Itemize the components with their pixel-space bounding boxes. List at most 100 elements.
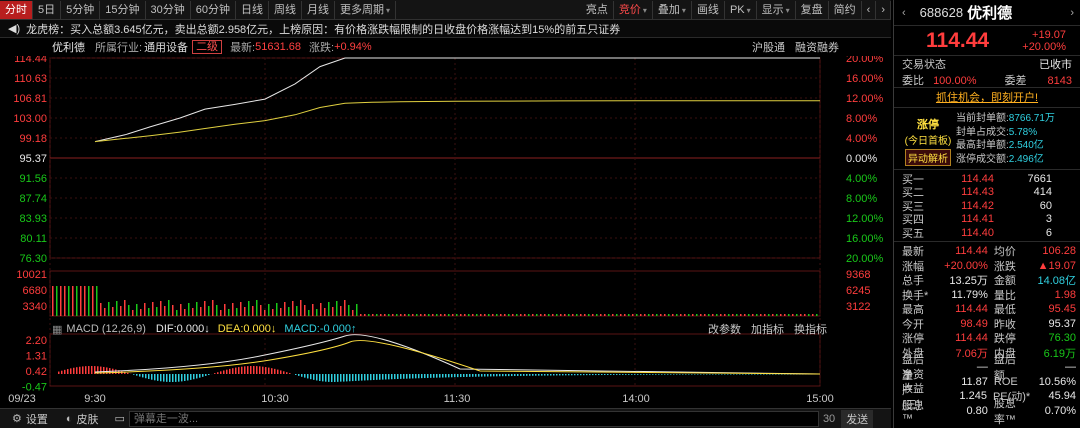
order-book-row[interactable]: 买五 114.40 6: [902, 226, 1072, 240]
volume-bar: [156, 307, 158, 316]
volume-bar: [256, 300, 258, 316]
seal-row: 涨停成交额:2.496亿: [956, 153, 1076, 167]
stat-value-2: 6.19万: [1043, 347, 1076, 360]
toolbar-button-3[interactable]: 画线: [692, 0, 725, 19]
ticker-prefix: 龙虎榜：: [26, 23, 71, 36]
change-label: 涨跌:: [309, 42, 335, 54]
stat-value-2: 0.70%: [1044, 404, 1076, 417]
toolbar-button-4[interactable]: PK: [725, 0, 757, 19]
change-params-button[interactable]: 改参数: [708, 321, 741, 337]
stat-value: 0.80: [966, 404, 988, 417]
period-tab-1[interactable]: 5日: [33, 0, 62, 19]
macd-bar: [181, 374, 183, 382]
macd-bar: [478, 374, 480, 377]
toolbar-button-7[interactable]: 简约: [829, 0, 862, 19]
volume-bar: [376, 314, 378, 316]
seal-row: 封单占成交:5.78%: [956, 126, 1076, 140]
danmaku-input[interactable]: [128, 410, 819, 427]
stat-value: 114.44: [955, 245, 988, 258]
macd-title[interactable]: MACD (12,26,9): [66, 323, 145, 335]
macd-bar: [607, 374, 609, 375]
toolbar-button-0[interactable]: 亮点: [581, 0, 614, 19]
intraday-chart[interactable]: 114.44 20.00% 110.63 16.00% 106.81 12.00% 103.…: [0, 56, 891, 408]
period-tab-3[interactable]: 15分钟: [100, 0, 146, 19]
period-tab-0[interactable]: 分时: [0, 0, 33, 19]
macd-bar: [574, 374, 576, 376]
volume-bar: [708, 314, 710, 316]
macd-bar: [514, 374, 516, 377]
period-tab-6[interactable]: 日线: [236, 0, 269, 19]
settings-button[interactable]: 设置: [26, 411, 48, 427]
macd-bar: [358, 374, 360, 381]
period-tab-7[interactable]: 周线: [269, 0, 302, 19]
bottom-bar: ⚙ 设置 ◐ 皮肤 ▭ 30 发送: [0, 408, 891, 428]
macd-bar: [598, 374, 600, 376]
add-indicator-button[interactable]: 加指标: [751, 321, 784, 337]
volume-bar: [684, 314, 686, 316]
period-tab-5[interactable]: 60分钟: [191, 0, 236, 19]
macd-bar: [544, 374, 546, 376]
volume-bar: [292, 301, 294, 316]
seal-value: 2.496亿: [1008, 153, 1044, 165]
volume-bar: [752, 314, 754, 316]
skin-icon[interactable]: ◐: [66, 413, 73, 425]
time-tick: 09/23: [8, 393, 36, 405]
period-tab-2[interactable]: 5分钟: [61, 0, 101, 19]
volume-bar: [740, 314, 742, 316]
volume-bar: [212, 300, 214, 316]
macd-bar: [685, 374, 687, 375]
macd-bar: [718, 374, 720, 375]
grid-icon[interactable]: ▦: [52, 323, 62, 336]
volume-bar: [332, 307, 334, 316]
quote-panel: ‹ 688628 优利德 › 114.44 +19.07 +20.00% 交易状…: [893, 0, 1080, 428]
toolbar-button-6[interactable]: 复盘: [796, 0, 829, 19]
toolbar-button-5[interactable]: 显示: [757, 0, 796, 19]
send-button[interactable]: 发送: [841, 409, 874, 428]
board-badge[interactable]: 二级: [192, 40, 223, 54]
volume-tick-right: 9368: [846, 269, 870, 281]
macd-bar: [301, 374, 303, 377]
period-tab-8[interactable]: 月线: [302, 0, 335, 19]
macd-bar: [535, 374, 537, 376]
book-qty: 60: [1039, 199, 1052, 212]
volume-bar: [320, 303, 322, 316]
next-stock-icon[interactable]: ›: [1070, 7, 1074, 19]
volume-bar: [400, 314, 402, 316]
volume-bar: [724, 314, 726, 316]
open-account-promo[interactable]: 抓住机会，即刻开户!: [936, 92, 1038, 104]
switch-indicator-button[interactable]: 换指标: [794, 321, 827, 337]
gear-icon[interactable]: ⚙: [12, 412, 22, 425]
toolbar-button-2[interactable]: 叠加: [653, 0, 692, 19]
pct-tick-right: 12.00%: [846, 213, 884, 225]
volume-tick-left: 3340: [23, 301, 47, 313]
margin-trading-link[interactable]: 融资融券: [795, 39, 839, 55]
anomaly-analysis-button[interactable]: 异动解析: [905, 148, 951, 166]
nav-prev-icon[interactable]: ‹: [862, 0, 877, 19]
macd-bar: [67, 369, 69, 374]
volume-bar: [712, 314, 714, 316]
volume-bar: [260, 305, 262, 316]
toolbar-button-1[interactable]: 竞价: [614, 0, 653, 19]
skin-button[interactable]: 皮肤: [77, 411, 99, 427]
volume-bar: [448, 314, 450, 316]
dragon-tiger-ticker[interactable]: ◀) 龙虎榜： 买入总额3.645亿元，卖出总额2.958亿元，上榜原因：有价格…: [0, 20, 891, 38]
macd-bar: [361, 374, 363, 381]
macd-bar: [310, 374, 312, 380]
macd-bar: [154, 374, 156, 381]
period-tab-9[interactable]: 更多周期: [335, 0, 397, 19]
macd-bar: [637, 374, 639, 375]
volume-bar: [668, 314, 670, 316]
industry-value[interactable]: 通用设备: [144, 39, 188, 55]
volume-bar: [696, 314, 698, 316]
volume-bar: [544, 314, 546, 316]
volume-bar: [632, 314, 634, 316]
prev-stock-icon[interactable]: ‹: [902, 7, 906, 19]
nav-next-icon[interactable]: ›: [876, 0, 891, 19]
volume-tick-left: 10021: [16, 269, 47, 281]
macd-bar: [571, 374, 573, 376]
stat-value-2: 14.08亿: [1037, 275, 1076, 288]
volume-bar: [616, 314, 618, 316]
price-tick-left: 87.74: [19, 193, 47, 205]
period-tab-4[interactable]: 30分钟: [146, 0, 191, 19]
hk-connect-link[interactable]: 沪股通: [752, 39, 785, 55]
